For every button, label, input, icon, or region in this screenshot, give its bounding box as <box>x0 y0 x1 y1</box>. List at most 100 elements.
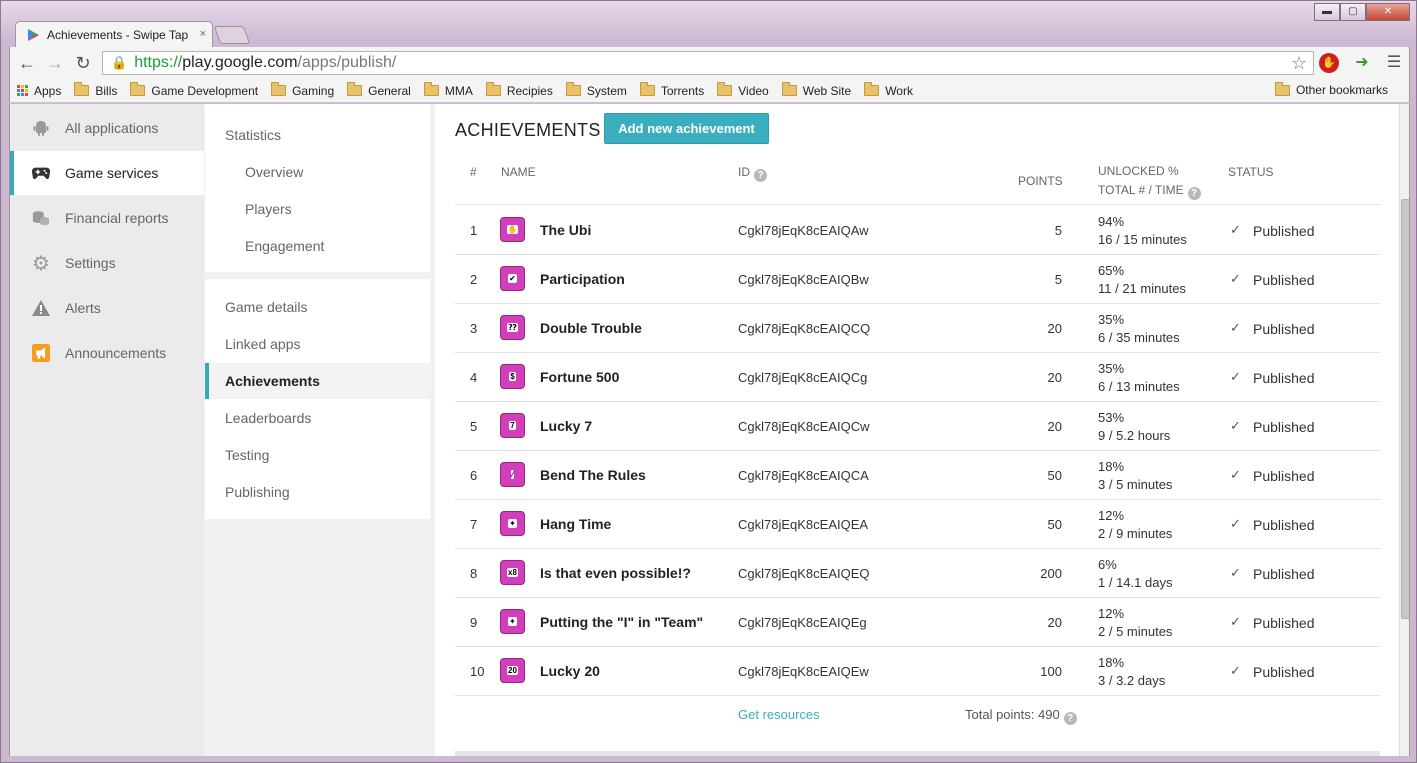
check-icon: ✓ <box>1230 222 1241 237</box>
bookmark-folder[interactable]: Torrents <box>639 82 704 98</box>
subnav-publishing[interactable]: Publishing <box>205 474 430 510</box>
help-icon[interactable]: ? <box>1187 187 1201 200</box>
subnav-game-details[interactable]: Game details <box>205 289 430 325</box>
achievement-badge-icon: ⁄ <box>500 462 525 487</box>
bookmark-folder[interactable]: Game Development <box>130 82 258 98</box>
reload-icon[interactable]: ↻ <box>72 52 94 74</box>
table-row[interactable]: 7 ✦ Hang Time Cgkl78jEqK8cEAIQEA 50 12% 2 / 9 … <box>455 499 1380 548</box>
sidebar-item-all-applications[interactable]: All applications <box>10 106 204 150</box>
achievement-name[interactable]: Putting the "I" in "Team" <box>540 614 703 630</box>
address-bar[interactable]: 🔒 https:// play.google.com /apps/publish… <box>102 51 1314 75</box>
unlocked-percent: 35% <box>1098 361 1125 376</box>
scrollbar-thumb[interactable] <box>1401 199 1409 619</box>
bookmark-folder[interactable]: MMA <box>423 82 473 98</box>
adblock-icon[interactable]: ✋ <box>1319 53 1339 73</box>
table-row[interactable]: 2 ✔ Participation Cgkl78jEqK8cEAIQBw 5 65% 11 … <box>455 254 1380 303</box>
new-tab-button[interactable] <box>213 26 251 44</box>
subnav-players[interactable]: Players <box>205 191 430 227</box>
tab-title: Achievements - Swipe Tap <box>47 27 189 42</box>
sidebar-item-settings[interactable]: ⚙ Settings <box>10 241 204 285</box>
table-row[interactable]: 1 ✋ The Ubi Cgkl78jEqK8cEAIQAw 5 94% 16 / 15 m… <box>455 205 1380 254</box>
table-row[interactable]: 3 ⁇ Double Trouble Cgkl78jEqK8cEAIQCQ 20 35% 6… <box>455 303 1380 352</box>
subnav-statistics[interactable]: Statistics <box>205 117 430 153</box>
header-id: ID? <box>738 165 767 182</box>
browser-window: Achievements - Swipe Tap × ▬ ▢ ✕ ← → ↻ 🔒… <box>0 0 1417 763</box>
bookmark-folder[interactable]: Recipies <box>485 82 553 98</box>
bookmark-folder[interactable]: Gaming <box>271 82 334 98</box>
row-number: 8 <box>470 566 478 581</box>
help-icon[interactable]: ? <box>754 169 767 182</box>
browser-toolbar: ← → ↻ 🔒 https:// play.google.com /apps/p… <box>9 47 1410 79</box>
achievement-badge-icon: 7 <box>500 413 525 438</box>
row-number: 6 <box>470 468 478 483</box>
bookmark-folder[interactable]: Video <box>717 82 769 98</box>
status-badge: Published <box>1253 566 1315 582</box>
subnav-achievements[interactable]: Achievements <box>205 363 430 399</box>
row-number: 4 <box>470 370 478 385</box>
achievement-name[interactable]: The Ubi <box>540 222 591 238</box>
close-window-button[interactable]: ✕ <box>1366 3 1410 21</box>
footer-divider <box>455 751 1380 756</box>
table-row[interactable]: 9 ✦ Putting the "I" in "Team" Cgkl78jEqK8cE… <box>455 597 1380 646</box>
get-resources-link[interactable]: Get resources <box>738 707 820 722</box>
status-badge: Published <box>1253 419 1315 435</box>
achievement-name[interactable]: Hang Time <box>540 516 611 532</box>
folder-icon <box>130 82 146 96</box>
subnav-linked-apps[interactable]: Linked apps <box>205 326 430 362</box>
table-row[interactable]: 10 20 Lucky 20 Cgkl78jEqK8cEAIQEw 100 18% 3 / … <box>455 646 1380 695</box>
add-achievement-button[interactable]: Add new achievement <box>604 113 769 144</box>
subnav-leaderboards[interactable]: Leaderboards <box>205 400 430 436</box>
other-bookmarks[interactable]: Other bookmarks <box>1274 81 1388 97</box>
folder-icon <box>347 82 363 96</box>
achievement-points: 20 <box>1047 370 1062 385</box>
achievement-name[interactable]: Lucky 20 <box>540 663 600 679</box>
achievement-points: 100 <box>1040 664 1062 679</box>
achievement-id: Cgkl78jEqK8cEAIQAw <box>738 223 869 238</box>
forward-arrow-icon[interactable]: → <box>44 52 66 74</box>
help-icon[interactable]: ? <box>1063 712 1077 725</box>
subnav-overview[interactable]: Overview <box>205 154 430 190</box>
subnav-testing[interactable]: Testing <box>205 437 430 473</box>
unlocked-total-time: 3 / 5 minutes <box>1098 477 1173 492</box>
bookmark-folder[interactable]: Bills <box>74 82 117 98</box>
achievement-name[interactable]: Is that even possible!? <box>540 565 691 581</box>
menu-icon[interactable]: ☰ <box>1384 53 1404 73</box>
table-row[interactable]: 5 7 Lucky 7 Cgkl78jEqK8cEAIQCw 20 53% 9 / 5.2 … <box>455 401 1380 450</box>
achievement-name[interactable]: Participation <box>540 271 625 287</box>
extension-arrow-icon[interactable]: ➜ <box>1352 53 1372 73</box>
play-console-page: All applications Game services Financial… <box>9 104 1410 756</box>
bookmark-folder[interactable]: General <box>347 82 411 98</box>
page-scrollbar[interactable] <box>1399 104 1409 756</box>
maximize-button[interactable]: ▢ <box>1340 3 1366 21</box>
bookmark-star-icon[interactable]: ☆ <box>1291 53 1307 74</box>
bookmark-folder[interactable]: Web Site <box>781 82 851 98</box>
sidebar-item-financial-reports[interactable]: Financial reports <box>10 196 204 240</box>
browser-tab[interactable]: Achievements - Swipe Tap × <box>15 21 213 47</box>
android-icon <box>32 119 50 137</box>
url-path: /apps/publish/ <box>297 54 397 71</box>
bookmark-folder[interactable]: System <box>565 82 627 98</box>
back-arrow-icon[interactable]: ← <box>16 52 38 74</box>
achievement-name[interactable]: Lucky 7 <box>540 418 592 434</box>
unlocked-total-time: 11 / 21 minutes <box>1098 281 1186 296</box>
table-row[interactable]: 6 ⁄ Bend The Rules Cgkl78jEqK8cEAIQCA 50 18% 3… <box>455 450 1380 499</box>
table-row[interactable]: 8 x8 Is that even possible!? Cgkl78jEqK8cEA… <box>455 548 1380 597</box>
achievement-name[interactable]: Fortune 500 <box>540 369 619 385</box>
subnav-engagement[interactable]: Engagement <box>205 228 430 264</box>
check-icon: ✓ <box>1230 516 1241 531</box>
bookmark-folder[interactable]: Work <box>864 82 913 98</box>
status-badge: Published <box>1253 272 1315 288</box>
check-icon: ✓ <box>1230 467 1241 482</box>
table-row[interactable]: 4 $ Fortune 500 Cgkl78jEqK8cEAIQCg 20 35% 6 / … <box>455 352 1380 401</box>
achievement-name[interactable]: Bend The Rules <box>540 467 646 483</box>
bookmark-apps[interactable]: Apps <box>17 84 61 98</box>
sidebar-item-announcements[interactable]: Announcements <box>10 331 204 375</box>
achievement-name[interactable]: Double Trouble <box>540 320 642 336</box>
unlocked-total-time: 3 / 3.2 days <box>1098 673 1166 688</box>
minimize-button[interactable]: ▬ <box>1314 3 1340 21</box>
header-num: # <box>470 165 477 179</box>
sidebar-item-game-services[interactable]: Game services <box>10 151 204 195</box>
folder-icon <box>485 82 501 96</box>
tab-close-icon[interactable]: × <box>200 28 206 40</box>
sidebar-item-alerts[interactable]: Alerts <box>10 286 204 330</box>
